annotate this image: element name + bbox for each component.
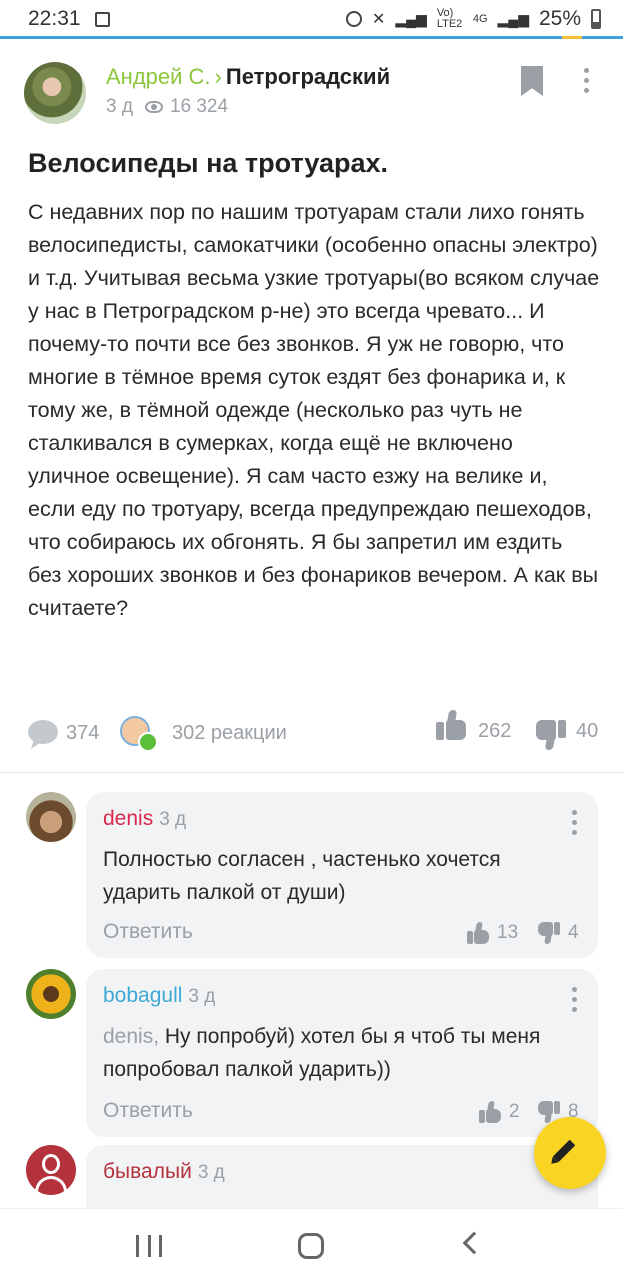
post-body: С недавних пор по нашим тротуарам стали … (28, 200, 600, 620)
recent-apps-icon[interactable] (136, 1235, 162, 1257)
reactions-count[interactable]: 302 реакции (172, 722, 287, 745)
comment-icon[interactable] (28, 720, 58, 744)
bookmark-icon[interactable] (521, 66, 543, 96)
more-options-icon[interactable] (572, 987, 578, 1012)
eye-icon (144, 101, 163, 113)
comment-age: 3 д (188, 986, 216, 1007)
avatar[interactable] (26, 969, 76, 1019)
comment-count[interactable]: 374 (66, 722, 99, 745)
comment-card: bobagull 3 д denis, Ну попробуй) хотел бы… (86, 969, 598, 1137)
author-avatar[interactable] (24, 62, 86, 124)
home-icon[interactable] (298, 1233, 324, 1259)
district-link[interactable]: Петроградский (226, 64, 390, 89)
battery-icon (591, 9, 601, 29)
back-icon[interactable] (462, 1231, 486, 1255)
more-options-icon[interactable] (572, 810, 578, 835)
post-title: Велосипеды на тротуарах. (28, 148, 389, 178)
system-nav-bar (0, 1208, 623, 1280)
comment-card: denis 3 д Полностью согласен , частенько … (86, 792, 598, 958)
thumbs-up-icon[interactable] (436, 710, 466, 740)
like-count: 13 (497, 922, 519, 943)
comment-age: 3 д (197, 1162, 225, 1183)
network-label: Vo) LTE2 (436, 7, 463, 30)
dislike-count: 4 (568, 922, 579, 943)
more-options-icon[interactable] (584, 68, 590, 93)
comment-text: Полностью согласен , частенько хочется у… (103, 848, 501, 904)
thumbs-down-icon[interactable] (538, 922, 560, 944)
divider (0, 772, 623, 773)
battery-percent: 25% (538, 7, 581, 30)
reply-button[interactable]: Ответить (103, 1099, 193, 1123)
author-name[interactable]: Андрей С. (106, 64, 211, 89)
checkbox-notification-icon (94, 11, 110, 27)
reaction-emoji-icon[interactable] (120, 714, 158, 752)
dislike-count: 40 (576, 720, 599, 742)
view-count: 16 324 (169, 96, 229, 117)
reply-button[interactable]: Ответить (103, 920, 193, 944)
page-load-bar (0, 36, 623, 39)
signal-icon-2: ▂▄▆ (497, 10, 529, 27)
mute-icon: ✕ (371, 11, 386, 28)
post-header: Андрей С. › Петроградский 3 д 16 324 (24, 62, 604, 126)
write-comment-button[interactable] (534, 1117, 606, 1189)
post-age: 3 д (106, 96, 133, 117)
network-type: 4G (472, 13, 488, 25)
avatar[interactable] (26, 792, 76, 842)
comment-text: Ну попробуй) хотел бы я чтоб ты меня поп… (103, 1025, 541, 1081)
comment-author[interactable]: denis (103, 807, 153, 830)
comment-age: 3 д (159, 809, 187, 830)
comment-card: бывалый 3 д (86, 1145, 598, 1208)
like-count: 262 (478, 720, 512, 742)
thumbs-up-icon[interactable] (479, 1101, 501, 1123)
comment-author[interactable]: bobagull (103, 984, 182, 1007)
chevron-right-icon: › (214, 64, 222, 89)
avatar[interactable] (26, 1145, 76, 1195)
alarm-icon (345, 11, 362, 27)
thumbs-up-icon[interactable] (467, 922, 489, 944)
signal-icon: ▂▄▆ (395, 10, 427, 27)
comment-mention[interactable]: denis, (103, 1025, 159, 1048)
comment-author[interactable]: бывалый (103, 1160, 192, 1183)
thumbs-down-icon[interactable] (536, 720, 566, 750)
reaction-bar: 374 302 реакции 262 40 (28, 710, 603, 758)
status-bar: 22:31 ✕ ▂▄▆ Vo) LTE2 4G ▂▄▆ 25% (0, 0, 623, 38)
clock: 22:31 (28, 7, 81, 30)
like-count: 2 (509, 1101, 520, 1122)
pencil-icon (552, 1139, 576, 1163)
